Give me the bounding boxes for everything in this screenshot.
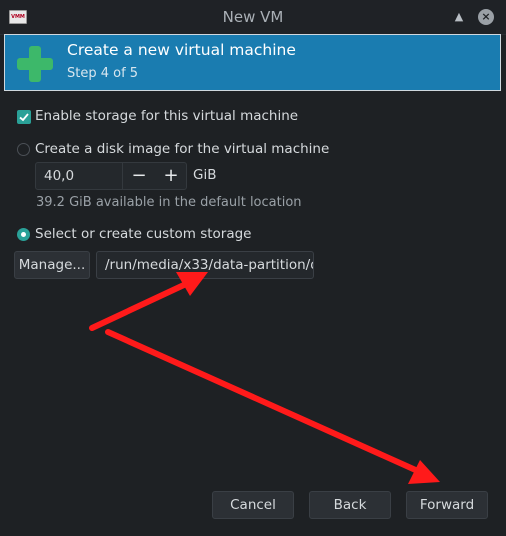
arrow-to-forward-icon [105, 329, 440, 484]
custom-storage-label[interactable]: Select or create custom storage [35, 226, 251, 242]
size-unit-label: GiB [193, 167, 217, 183]
disk-size-spinbutton[interactable]: 40,0 − + [35, 162, 187, 190]
disk-size-value[interactable]: 40,0 [44, 168, 74, 184]
close-icon[interactable]: × [478, 9, 494, 25]
storage-path-input[interactable]: /run/media/x33/data-partition/d [96, 251, 314, 279]
wizard-title: Create a new virtual machine [67, 41, 296, 59]
title-bar: VMM New VM ▲ × [0, 0, 506, 35]
window-title: New VM [222, 8, 284, 26]
decrease-size-button[interactable]: − [124, 163, 154, 189]
checkmark-icon [19, 113, 29, 122]
wizard-header: Create a new virtual machine Step 4 of 5 [4, 34, 501, 91]
plus-icon [17, 46, 53, 82]
minimize-icon[interactable]: ▲ [451, 9, 467, 25]
enable-storage-label[interactable]: Enable storage for this virtual machine [35, 108, 298, 124]
arrow-to-path-icon [89, 272, 208, 331]
custom-storage-radio[interactable] [17, 228, 30, 241]
create-disk-image-radio[interactable] [17, 143, 30, 156]
enable-storage-checkbox[interactable] [17, 110, 31, 124]
available-space-text: 39.2 GiB available in the default locati… [36, 195, 302, 210]
cancel-button[interactable]: Cancel [212, 491, 294, 519]
back-button[interactable]: Back [309, 491, 391, 519]
spin-divider [122, 163, 123, 189]
increase-size-button[interactable]: + [156, 163, 186, 189]
create-disk-image-label[interactable]: Create a disk image for the virtual mach… [35, 141, 329, 157]
forward-button[interactable]: Forward [406, 491, 488, 519]
manage-button[interactable]: Manage... [14, 251, 90, 279]
wizard-step-indicator: Step 4 of 5 [67, 66, 139, 81]
